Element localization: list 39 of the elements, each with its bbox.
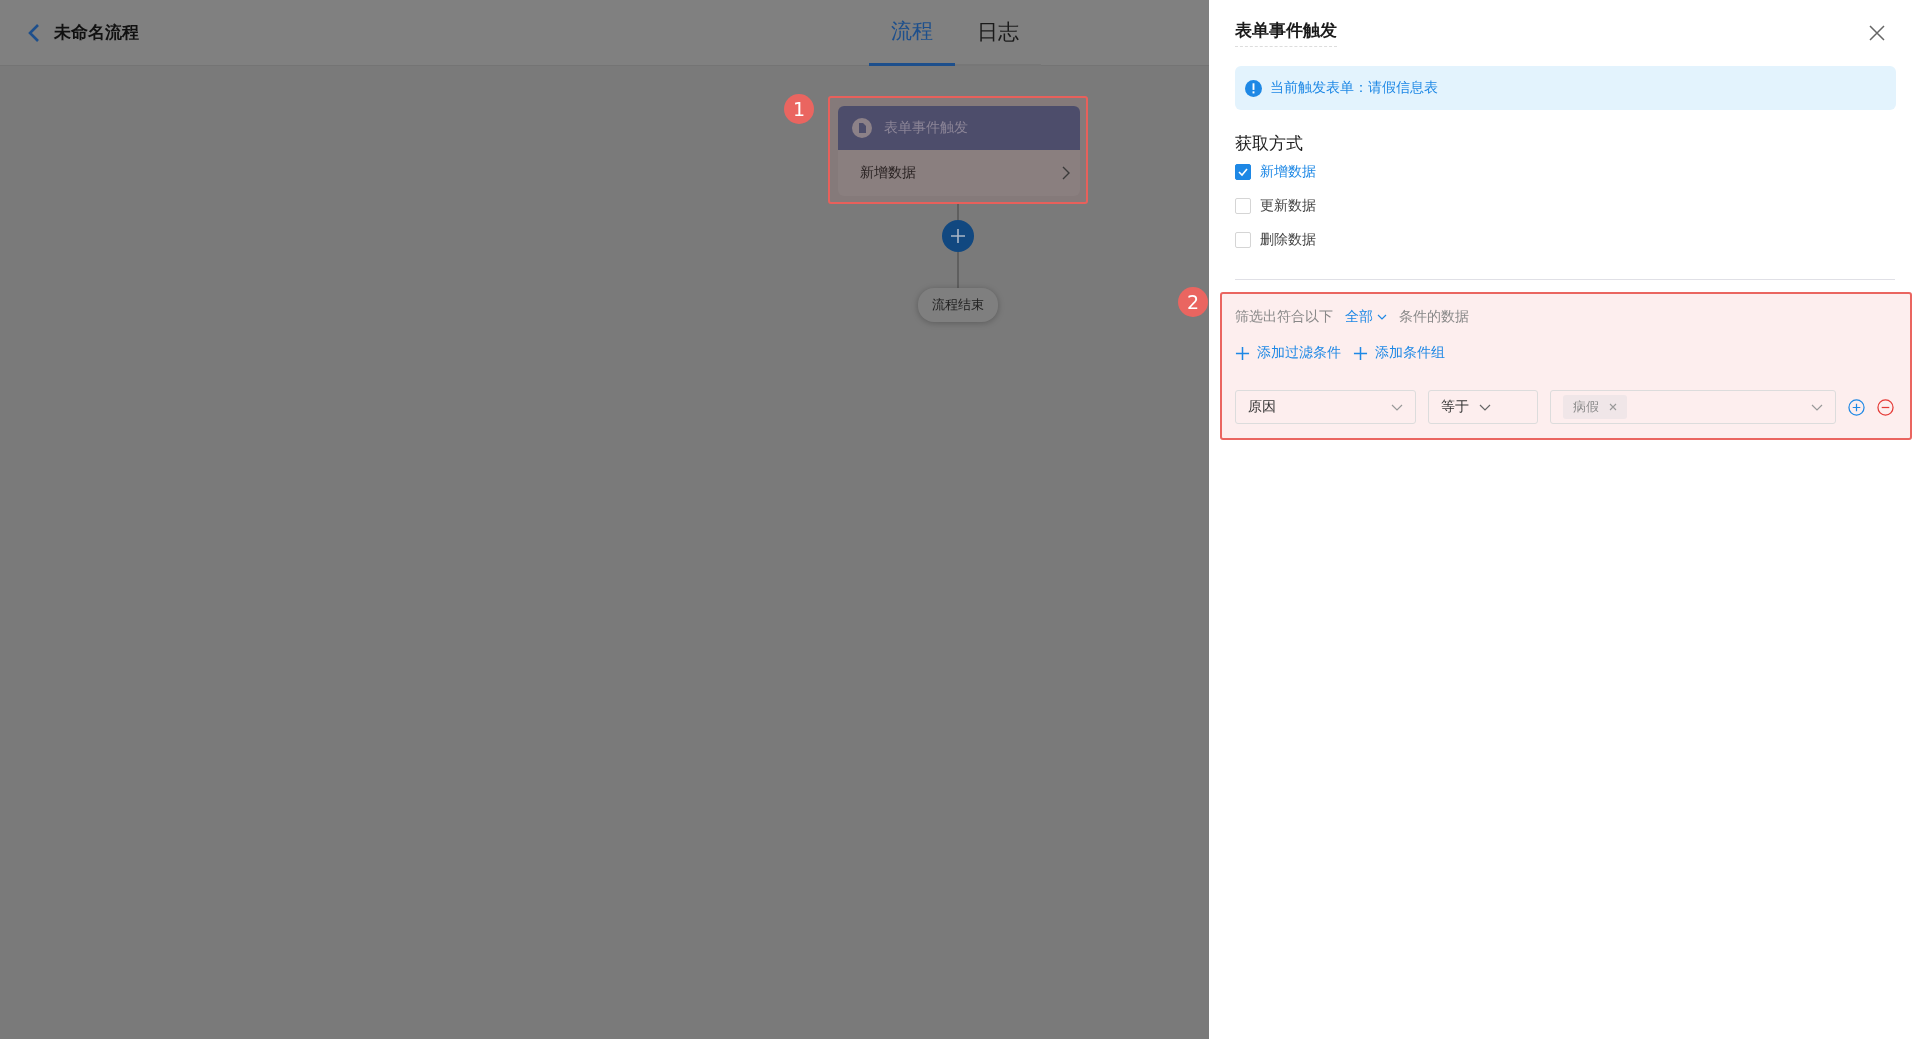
notice-text: 当前触发表单：请假信息表: [1270, 79, 1438, 97]
checkbox[interactable]: [1235, 164, 1251, 180]
end-node: 流程结束: [918, 288, 998, 322]
filter-text: 筛选出符合以下: [1235, 308, 1333, 326]
operator-select[interactable]: 等于: [1428, 390, 1538, 424]
chevron-down-icon: [1391, 403, 1403, 411]
add-circle-icon[interactable]: [1848, 398, 1865, 416]
plus-icon: [1235, 345, 1250, 361]
section-label: 获取方式: [1235, 132, 1304, 155]
close-icon[interactable]: [1869, 25, 1885, 41]
node-action: 新增数据: [860, 164, 916, 182]
node-title: 表单事件触发: [884, 119, 968, 137]
annotation-badge: 1: [784, 94, 814, 124]
value-select[interactable]: 病假: [1550, 390, 1836, 424]
field-select[interactable]: 原因: [1235, 390, 1416, 424]
chevron-down-icon: [1479, 403, 1491, 411]
checkbox-label[interactable]: 删除数据: [1260, 231, 1316, 249]
chevron-down-icon: [1811, 403, 1823, 411]
plus-icon: [1353, 345, 1368, 361]
add-link[interactable]: 添加过滤条件: [1235, 344, 1341, 362]
document-icon: [852, 118, 872, 138]
page-title: 未命名流程: [54, 21, 139, 44]
trigger-node[interactable]: 表单事件触发 新增数据: [838, 106, 1080, 196]
tab[interactable]: 日志: [955, 0, 1041, 66]
info-icon: [1245, 79, 1262, 97]
checkbox-label[interactable]: 更新数据: [1260, 197, 1316, 215]
remove-circle-icon[interactable]: [1877, 398, 1894, 416]
tab[interactable]: 流程: [869, 0, 955, 66]
back-icon[interactable]: [28, 22, 40, 43]
match-dropdown[interactable]: 全部: [1345, 308, 1387, 326]
checkbox-label[interactable]: 新增数据: [1260, 163, 1316, 181]
add-link[interactable]: 添加条件组: [1353, 344, 1445, 362]
add-step-button[interactable]: [942, 220, 974, 252]
filter-text: 条件的数据: [1399, 308, 1469, 326]
chevron-right-icon: [1062, 166, 1070, 180]
tag-remove-icon[interactable]: [1609, 403, 1617, 411]
value-tag: 病假: [1563, 395, 1627, 419]
chevron-down-icon: [1377, 314, 1387, 320]
drawer-title: 表单事件触发: [1235, 19, 1337, 47]
